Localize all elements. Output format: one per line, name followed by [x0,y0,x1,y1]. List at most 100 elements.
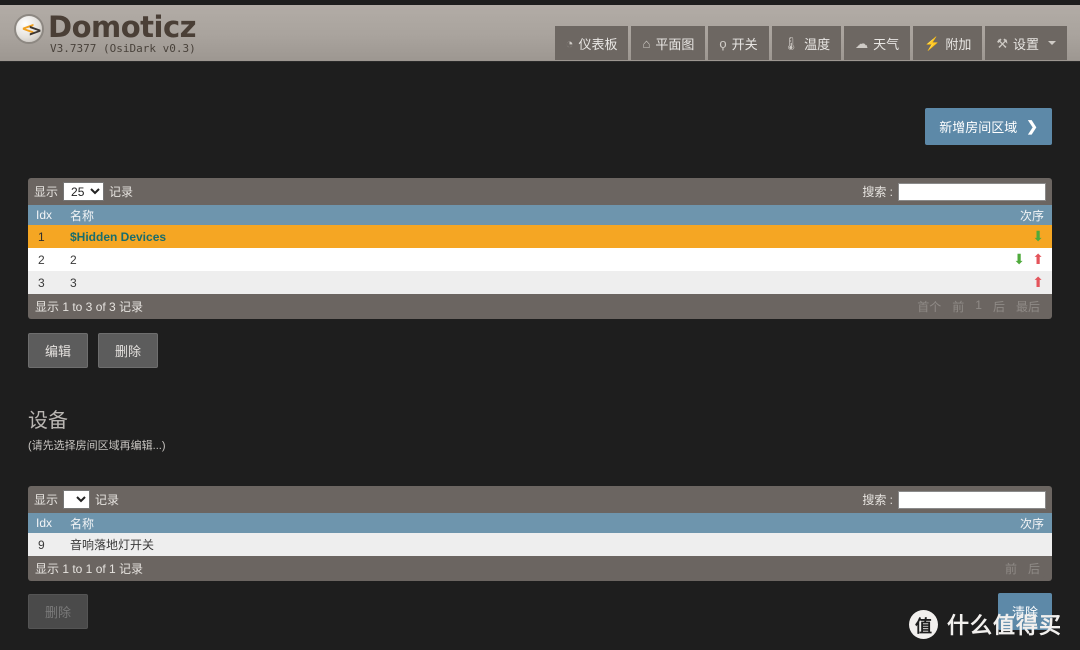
nav-item-weather[interactable]: ☁ 天气 [844,26,911,60]
main-nav: ◔ 仪表板 ⌂ 平面图 ϙ 开关 🌡 温度 ☁ 天气 ⚡ 附加 ⚒ 设置 [554,26,1067,60]
devices-section-subtitle: (请先选择房间区域再编辑...) [28,440,166,452]
rooms-cell-name: $Hidden Devices [70,229,167,244]
brand[interactable]: < > Domoticz V3.7377 (OsiDark v0.3) [0,5,197,55]
pagination-previous[interactable]: 前 [999,559,1022,578]
rooms-header-row: Idx 名称 次序 [28,205,1052,225]
nav-item-switches[interactable]: ϙ 开关 [708,26,769,60]
rooms-cell-idx: 2 [38,252,45,267]
rooms-datatable: 显示 25 记录 搜索 : Idx 名称 次序 1 $Hidden Device… [28,178,1052,319]
devices-cell-idx: 9 [38,537,45,552]
app-header: < > Domoticz V3.7377 (OsiDark v0.3) ◔ 仪表… [0,5,1080,62]
nav-label-weather: 天气 [873,36,900,52]
move-down-icon[interactable]: ⬇ [1013,252,1025,266]
rooms-col-order[interactable]: 次序 [557,205,1052,225]
rooms-table-footer: 显示 1 to 3 of 3 记录 首个 前 1 后 最后 [28,294,1052,319]
rooms-length-select[interactable]: 25 [63,182,105,201]
rooms-cell-name: 3 [70,275,77,290]
nav-label-switches: 开关 [731,36,758,52]
devices-table-info: 显示 1 to 1 of 1 记录 [35,562,144,576]
add-room-label: 新增房间区域 [939,120,1018,135]
pagination-next[interactable]: 后 [1022,559,1045,578]
main-content: 新增房间区域 ❯ 显示 25 记录 搜索 : Idx 名称 次序 1 $Hidd… [0,62,1080,650]
logo-chevron-right-icon: > [28,21,43,41]
rooms-table-head: Idx 名称 次序 [28,205,1052,225]
rooms-cell-name: 2 [70,252,77,267]
rooms-col-idx[interactable]: Idx [28,205,62,225]
lightbulb-icon: ϙ [719,35,727,51]
thermometer-icon: 🌡 [782,35,800,51]
edit-button[interactable]: 编辑 [28,333,89,368]
pagination-last[interactable]: 最后 [1010,297,1045,316]
devices-header-row: Idx 名称 次序 [28,513,1052,533]
move-up-icon[interactable]: ⬆ [1032,252,1044,266]
nav-label-temperature: 温度 [804,36,831,52]
cloud-icon: ☁ [855,35,869,51]
table-row[interactable]: 2 2 ⬇ ⬆ [28,248,1052,271]
devices-col-idx[interactable]: Idx [28,513,62,533]
wrench-icon: ⚒ [996,35,1008,51]
nav-label-settings: 设置 [1012,36,1039,52]
move-up-icon[interactable]: ⬆ [1032,275,1044,289]
home-icon: ⌂ [642,35,651,51]
move-down-icon[interactable]: ⬇ [1032,229,1044,243]
devices-col-order[interactable]: 次序 [557,513,1052,533]
rooms-cell-order: ⬇ ⬆ [557,248,1052,271]
gauge-icon: ◔ [565,35,574,51]
table-row[interactable]: 9 音响落地灯开关 [28,533,1052,556]
nav-item-utility[interactable]: ⚡ 附加 [913,26,983,60]
nav-label-floorplan: 平面图 [655,36,695,52]
table-row[interactable]: 1 $Hidden Devices ⬇ [28,225,1052,248]
nav-item-floorplan[interactable]: ⌂ 平面图 [631,26,706,60]
rooms-cell-idx: 1 [38,229,45,244]
devices-table-footer: 显示 1 to 1 of 1 记录 前 后 [28,556,1052,581]
add-room-button[interactable]: 新增房间区域 ❯ [925,108,1052,145]
devices-col-name[interactable]: 名称 [62,513,557,533]
chevron-down-icon [1048,41,1056,45]
delete-button[interactable]: 删除 [98,333,159,368]
rooms-length-label-after: 记录 [109,185,134,199]
rooms-search-label: 搜索 : [862,185,893,199]
rooms-table-info: 显示 1 to 3 of 3 记录 [35,300,144,314]
watermark-text: 什么值得买 [946,613,1062,638]
rooms-cell-idx: 3 [38,275,45,290]
rooms-search-control: 搜索 : [862,182,1046,201]
pagination-first[interactable]: 首个 [912,297,947,316]
rooms-search-input[interactable] [898,182,1046,201]
lightning-icon: ⚡ [924,35,941,51]
rooms-table: Idx 名称 次序 1 $Hidden Devices ⬇ 2 2 ⬇ ⬆ 3 … [28,205,1052,294]
devices-length-select[interactable] [63,490,91,509]
devices-action-buttons: 删除 清除 [28,593,1052,630]
devices-table-head: Idx 名称 次序 [28,513,1052,533]
pagination-previous[interactable]: 前 [947,297,970,316]
devices-cell-order [557,533,1052,556]
chevron-right-icon: ❯ [1026,118,1038,134]
rooms-length-control: 显示 25 记录 [34,182,133,201]
top-action-bar: 新增房间区域 ❯ [28,62,1052,145]
domoticz-logo-icon: < > [14,14,44,44]
watermark-badge-icon: 值 [908,609,938,639]
devices-search-input[interactable] [898,490,1046,509]
rooms-cell-order: ⬆ [557,271,1052,294]
table-row[interactable]: 3 3 ⬆ [28,271,1052,294]
devices-table-controls: 显示 记录 搜索 : [28,486,1052,513]
watermark: 值 什么值得买 [908,608,1062,640]
rooms-length-label-before: 显示 [34,185,59,199]
devices-length-label-after: 记录 [95,493,120,507]
pagination-page-1[interactable]: 1 [970,297,987,316]
pagination-next[interactable]: 后 [987,297,1010,316]
nav-item-temperature[interactable]: 🌡 温度 [771,26,842,60]
brand-name: Domoticz [48,10,197,44]
devices-search-control: 搜索 : [862,490,1046,509]
nav-item-dashboard[interactable]: ◔ 仪表板 [554,26,629,60]
devices-section-title: 设备 [28,410,68,432]
devices-datatable: 显示 记录 搜索 : Idx 名称 次序 9 音响落地灯开关 显示 1 to 1… [28,486,1052,581]
devices-pagination: 前 后 [999,559,1045,578]
devices-delete-button[interactable]: 删除 [28,594,89,629]
rooms-table-body: 1 $Hidden Devices ⬇ 2 2 ⬇ ⬆ 3 3 ⬆ [28,225,1052,294]
rooms-table-controls: 显示 25 记录 搜索 : [28,178,1052,205]
nav-item-settings[interactable]: ⚒ 设置 [985,26,1067,60]
brand-version: V3.7377 (OsiDark v0.3) [50,42,196,55]
rooms-cell-order: ⬇ [557,225,1052,248]
rooms-col-name[interactable]: 名称 [62,205,557,225]
devices-cell-name: 音响落地灯开关 [70,538,155,552]
